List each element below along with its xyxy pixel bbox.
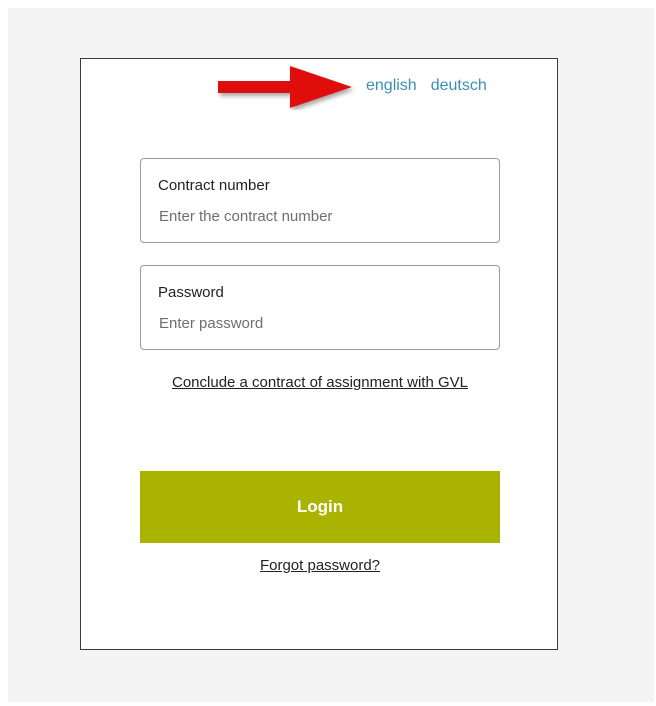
language-switch: english deutsch (366, 77, 487, 95)
password-input[interactable] (159, 312, 479, 334)
login-button[interactable]: Login (140, 471, 500, 543)
forgot-password-link[interactable]: Forgot password? (140, 557, 500, 574)
language-deutsch-link[interactable]: deutsch (431, 77, 487, 94)
red-arrow-right-icon (218, 66, 352, 108)
contract-number-input[interactable] (159, 205, 479, 227)
language-english-link[interactable]: english (366, 77, 417, 94)
password-label: Password (158, 284, 224, 301)
contract-number-field[interactable]: Contract number (140, 158, 500, 243)
password-field[interactable]: Password (140, 265, 500, 350)
contract-number-label: Contract number (158, 177, 270, 194)
conclude-contract-link[interactable]: Conclude a contract of assignment with G… (140, 374, 500, 391)
